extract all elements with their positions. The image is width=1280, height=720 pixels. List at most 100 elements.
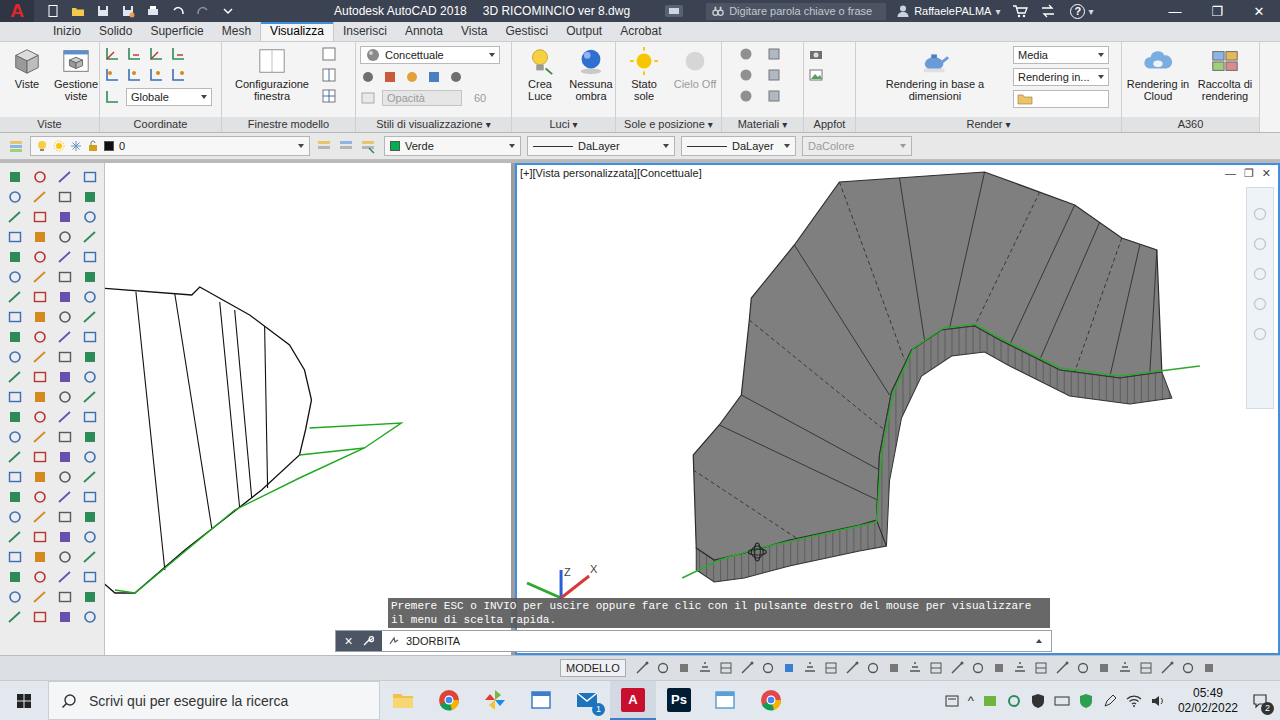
draw-tool-icon[interactable] xyxy=(7,429,23,445)
taskbar-search[interactable]: Scrivi qui per eseguire la ricerca xyxy=(48,681,380,720)
taskbar-app[interactable]: 1 xyxy=(564,681,610,720)
draw-tool-icon[interactable] xyxy=(32,429,48,445)
material-tool-icon[interactable] xyxy=(738,67,754,83)
status-toggle-icon[interactable] xyxy=(824,661,838,675)
draw-tool-icon[interactable] xyxy=(57,329,73,345)
color-dropdown[interactable]: Verde xyxy=(384,136,521,156)
status-toggle-icon[interactable] xyxy=(1055,661,1069,675)
camera-icon[interactable] xyxy=(808,46,824,62)
ribbon-large-button[interactable]: Rendering in base a dimensioni xyxy=(860,46,1010,102)
draw-tool-icon[interactable] xyxy=(32,449,48,465)
draw-tool-icon[interactable] xyxy=(7,589,23,605)
draw-tool-icon[interactable] xyxy=(32,489,48,505)
draw-tool-icon[interactable] xyxy=(7,409,23,425)
status-toggle-icon[interactable] xyxy=(719,661,733,675)
draw-tool-icon[interactable] xyxy=(7,509,23,525)
draw-tool-icon[interactable] xyxy=(82,369,98,385)
save-icon[interactable] xyxy=(96,4,110,18)
draw-tool-icon[interactable] xyxy=(57,489,73,505)
viewport-label[interactable]: [+][Vista personalizzata][Concettuale] xyxy=(520,167,702,179)
draw-tool-icon[interactable] xyxy=(32,329,48,345)
draw-tool-icon[interactable] xyxy=(82,589,98,605)
draw-tool-icon[interactable] xyxy=(57,609,73,625)
ucs-tool-icon[interactable] xyxy=(148,67,164,83)
draw-tool-icon[interactable] xyxy=(7,389,23,405)
navigation-tool-icon[interactable] xyxy=(1252,266,1268,282)
status-toggle-icon[interactable] xyxy=(698,661,712,675)
draw-tool-icon[interactable] xyxy=(57,269,73,285)
draw-tool-icon[interactable] xyxy=(32,209,48,225)
command-history-icon[interactable] xyxy=(1033,635,1045,647)
navigation-tool-icon[interactable] xyxy=(1252,236,1268,252)
layer-tool-icon[interactable] xyxy=(360,138,376,154)
layer-tool-icon[interactable] xyxy=(338,138,354,154)
ribbon-tab[interactable]: Mesh xyxy=(213,22,260,41)
command-input[interactable]: 3DORBITA xyxy=(382,631,1051,651)
draw-tool-icon[interactable] xyxy=(82,169,98,185)
volume-icon[interactable] xyxy=(1150,693,1166,709)
redo-icon[interactable] xyxy=(196,4,210,18)
draw-tool-icon[interactable] xyxy=(82,229,98,245)
taskbar-app[interactable] xyxy=(748,681,794,720)
draw-tool-icon[interactable] xyxy=(7,609,23,625)
window-control-button[interactable]: — xyxy=(1154,0,1196,22)
ribbon-tab[interactable]: Output xyxy=(557,22,611,41)
draw-tool-icon[interactable] xyxy=(7,209,23,225)
draw-tool-icon[interactable] xyxy=(32,229,48,245)
ribbon-tab[interactable]: Vista xyxy=(452,22,496,41)
draw-tool-icon[interactable] xyxy=(57,449,73,465)
draw-tool-icon[interactable] xyxy=(7,549,23,565)
ribbon-tab[interactable]: Inizio xyxy=(44,22,90,41)
material-tool-icon[interactable] xyxy=(766,67,782,83)
draw-tool-icon[interactable] xyxy=(7,349,23,365)
ribbon-large-button[interactable]: Viste xyxy=(4,46,50,90)
viewport-control-button[interactable]: — xyxy=(1224,167,1237,180)
draw-tool-icon[interactable] xyxy=(32,349,48,365)
draw-tool-icon[interactable] xyxy=(7,449,23,465)
status-toggle-icon[interactable] xyxy=(677,661,691,675)
visual-style-tool-icon[interactable] xyxy=(382,69,398,85)
undo-icon[interactable] xyxy=(171,4,185,18)
notification-center[interactable]: 2 xyxy=(1246,687,1274,715)
draw-tool-icon[interactable] xyxy=(57,229,73,245)
viewport-control-button[interactable]: ✕ xyxy=(1261,167,1272,180)
draw-tool-icon[interactable] xyxy=(32,309,48,325)
draw-tool-icon[interactable] xyxy=(32,289,48,305)
status-toggle-icon[interactable] xyxy=(929,661,943,675)
draw-tool-icon[interactable] xyxy=(32,469,48,485)
material-tool-icon[interactable] xyxy=(738,46,754,62)
draw-tool-icon[interactable] xyxy=(82,209,98,225)
customize-icon[interactable] xyxy=(221,4,235,18)
draw-tool-icon[interactable] xyxy=(7,489,23,505)
draw-tool-icon[interactable] xyxy=(32,409,48,425)
draw-tool-icon[interactable] xyxy=(32,249,48,265)
draw-tool-icon[interactable] xyxy=(82,569,98,585)
print-icon[interactable] xyxy=(146,4,160,18)
ribbon-large-button[interactable]: Stato sole xyxy=(620,46,668,102)
material-tool-icon[interactable] xyxy=(766,46,782,62)
draw-tool-icon[interactable] xyxy=(57,309,73,325)
status-toggle-icon[interactable] xyxy=(1160,661,1174,675)
status-toggle-icon[interactable] xyxy=(740,661,754,675)
wifi-icon[interactable] xyxy=(1126,693,1142,709)
draw-tool-icon[interactable] xyxy=(7,189,23,205)
status-toggle-icon[interactable] xyxy=(950,661,964,675)
visual-style-tool-icon[interactable] xyxy=(360,69,376,85)
ribbon-large-button[interactable]: Raccolta di rendering xyxy=(1193,46,1257,102)
draw-tool-icon[interactable] xyxy=(82,509,98,525)
save-as-icon[interactable] xyxy=(121,4,135,18)
draw-tool-icon[interactable] xyxy=(57,249,73,265)
ucs-tool-icon[interactable] xyxy=(170,46,186,62)
draw-tool-icon[interactable] xyxy=(7,229,23,245)
draw-tool-icon[interactable] xyxy=(32,549,48,565)
ucs-dropdown[interactable]: Globale xyxy=(126,88,212,106)
ribbon-tab[interactable]: Annota xyxy=(396,22,452,41)
shield-icon[interactable] xyxy=(1030,693,1046,709)
draw-tool-icon[interactable] xyxy=(32,189,48,205)
material-tool-icon[interactable] xyxy=(738,88,754,104)
model-space-button[interactable]: MODELLO xyxy=(560,659,626,677)
taskbar-app[interactable] xyxy=(518,681,564,720)
draw-tool-icon[interactable] xyxy=(57,429,73,445)
visual-style-tool-icon[interactable] xyxy=(426,69,442,85)
status-toggle-icon[interactable] xyxy=(656,661,670,675)
